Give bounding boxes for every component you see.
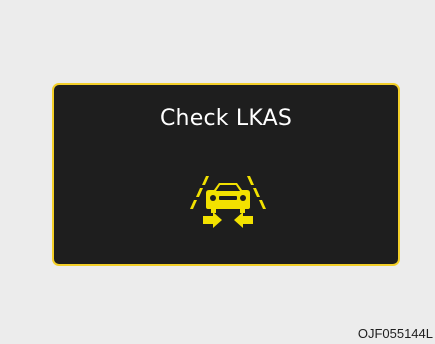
lkas-lane-keeping-icon (190, 176, 266, 228)
warning-panel: Check LKAS (52, 83, 400, 266)
figure-code: OJF055144L (357, 326, 433, 341)
lkas-warning-message: Check LKAS (160, 106, 292, 131)
